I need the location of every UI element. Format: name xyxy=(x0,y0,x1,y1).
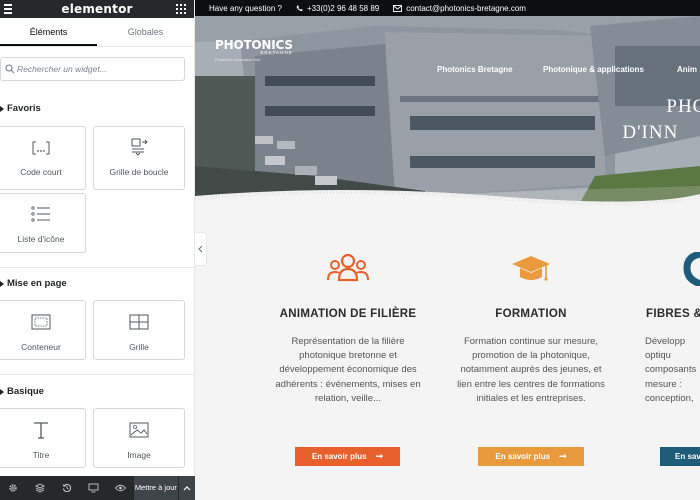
chevron-right-icon xyxy=(0,388,4,395)
button-label: En savoir plus xyxy=(495,452,551,461)
feature-title: FORMATION xyxy=(495,308,567,320)
people-group-icon xyxy=(327,253,369,282)
widget-search xyxy=(0,57,185,81)
panel-footer: Mettre à jour xyxy=(0,476,195,500)
chevron-right-icon xyxy=(0,280,4,287)
container-icon xyxy=(31,314,51,330)
question-item: Have any question ? xyxy=(209,4,282,13)
button-label: En savoir plus xyxy=(311,452,367,461)
hero-title-line: PHOT xyxy=(666,96,700,117)
tab-elements[interactable]: Éléments xyxy=(0,18,97,46)
widget-shortcode[interactable]: Code court xyxy=(0,126,86,190)
widgets-grid-icon[interactable] xyxy=(176,4,186,14)
phone-number: +33(0)2 96 48 58 89 xyxy=(306,3,380,13)
category-title: Basique xyxy=(7,386,44,397)
update-options-button[interactable] xyxy=(177,476,195,500)
question-text: Have any question ? xyxy=(209,3,282,13)
feature-description: Développ optiqu composants mesure : conc… xyxy=(645,336,697,404)
preview-button[interactable] xyxy=(107,476,134,500)
widget-label: Grille de boucle xyxy=(109,167,169,177)
chevron-right-icon xyxy=(0,105,4,112)
elementor-logo: elementor xyxy=(61,2,133,16)
gear-icon xyxy=(9,484,18,492)
image-icon xyxy=(129,422,149,438)
panel-tabs: Éléments Globales xyxy=(0,18,194,47)
chevron-left-icon xyxy=(198,245,203,253)
widget-label: Image xyxy=(127,450,151,460)
nav-item-photonique-applications[interactable]: Photonique & applications xyxy=(543,65,644,74)
layers-icon xyxy=(35,483,46,493)
widget-label: Code court xyxy=(20,167,62,177)
learn-more-button[interactable]: En savoir plus ➞ xyxy=(295,447,400,466)
category-favoris[interactable]: Favoris xyxy=(0,103,41,114)
feature-title: FIBRES & xyxy=(646,308,700,320)
widget-label: Liste d'icône xyxy=(17,234,65,244)
fiber-icon xyxy=(683,252,700,286)
category-layout[interactable]: Mise en page xyxy=(0,278,67,289)
eye-icon xyxy=(115,484,127,492)
category-basic[interactable]: Basique xyxy=(0,386,44,397)
email-item[interactable]: contact@photonics-bretagne.com xyxy=(393,4,526,13)
tab-globals[interactable]: Globales xyxy=(97,18,194,46)
feature-description: Représentation de la filière photonique … xyxy=(275,336,421,404)
widget-icon-list[interactable]: Liste d'icône xyxy=(0,193,86,253)
widget-label: Titre xyxy=(32,450,50,460)
widget-label: Conteneur xyxy=(21,342,61,352)
hero-title-line: D'INN xyxy=(622,122,679,143)
hero-banner: PHOTONICS BRETAGNE Photonics innovation … xyxy=(195,16,700,212)
button-label: En sav xyxy=(675,452,700,461)
page-preview: Have any question ? +33(0)2 96 48 58 89 … xyxy=(195,0,700,500)
update-button[interactable]: Mettre à jour xyxy=(134,476,178,500)
graduation-cap-icon xyxy=(512,256,550,281)
feature-description: Formation continue sur mesure, promotion… xyxy=(457,336,605,404)
desktop-icon xyxy=(89,483,99,493)
envelope-icon xyxy=(393,4,403,12)
widget-container[interactable]: Conteneur xyxy=(0,300,86,360)
nav-item-animation[interactable]: Anim xyxy=(677,65,697,74)
elementor-panel: elementor Éléments Globales Favoris xyxy=(0,0,195,500)
search-icon xyxy=(5,64,15,74)
widget-image[interactable]: Image xyxy=(93,408,185,468)
history-button[interactable] xyxy=(54,476,81,500)
site-logo[interactable]: PHOTONICS BRETAGNE Photonics innovation … xyxy=(215,38,293,62)
feature-title: ANIMATION DE FILIÈRE xyxy=(279,308,417,320)
email-address: contact@photonics-bretagne.com xyxy=(406,3,526,13)
search-input[interactable] xyxy=(17,58,177,80)
site-topbar: Have any question ? +33(0)2 96 48 58 89 … xyxy=(195,0,700,16)
responsive-mode-button[interactable] xyxy=(81,476,108,500)
learn-more-button[interactable]: En sav xyxy=(660,447,700,466)
category-title: Favoris xyxy=(7,103,41,114)
loop-grid-icon xyxy=(131,138,148,156)
widget-grid[interactable]: Grille xyxy=(93,300,185,360)
phone-icon xyxy=(296,5,303,11)
category-divider xyxy=(0,267,195,268)
chevron-up-icon xyxy=(183,486,191,491)
widget-heading[interactable]: Titre xyxy=(0,408,86,468)
settings-button[interactable] xyxy=(0,476,27,500)
phone-item[interactable]: +33(0)2 96 48 58 89 xyxy=(296,4,379,13)
learn-more-button[interactable]: En savoir plus ➞ xyxy=(478,447,584,466)
arrow-right-icon: ➞ xyxy=(559,451,567,461)
editor-window: elementor Éléments Globales Favoris xyxy=(0,0,700,500)
category-divider xyxy=(0,374,195,375)
hero-title: PHOT D'INN xyxy=(622,94,700,146)
history-icon xyxy=(62,483,72,493)
icon-list-icon xyxy=(31,206,50,222)
widget-loop-grid[interactable]: Grille de boucle xyxy=(93,126,185,190)
features-section: ANIMATION DE FILIÈRE Représentation de l… xyxy=(195,212,700,500)
shortcode-icon xyxy=(32,141,50,155)
category-title: Mise en page xyxy=(7,278,67,289)
nav-item-photonics-bretagne[interactable]: Photonics Bretagne xyxy=(437,65,513,74)
logo-tagline: Photonics innovation Hub xyxy=(215,57,261,62)
widget-label: Grille xyxy=(129,342,149,352)
arrow-right-icon: ➞ xyxy=(375,451,384,461)
panel-collapse-toggle[interactable] xyxy=(195,232,207,266)
grid-icon xyxy=(129,314,149,330)
heading-icon xyxy=(34,422,48,439)
panel-header: elementor xyxy=(0,0,194,18)
navigator-button[interactable] xyxy=(27,476,54,500)
